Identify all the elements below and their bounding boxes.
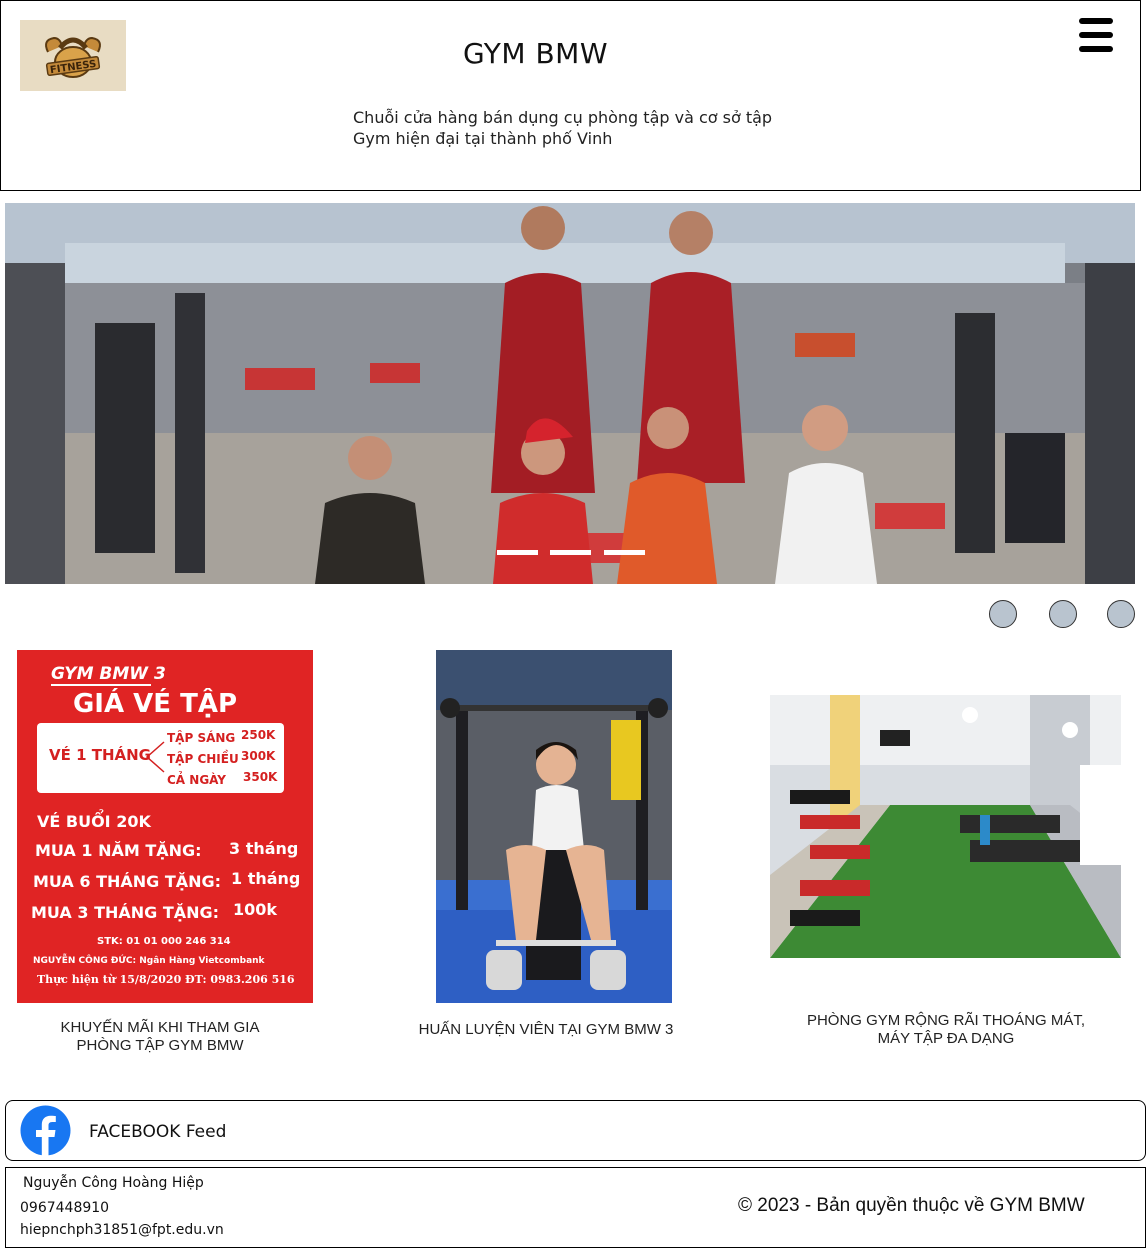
trainer-photo[interactable]	[436, 650, 672, 1003]
fitness-logo[interactable]: FITNESS	[20, 20, 126, 91]
facebook-feed-label: FACEBOOK Feed	[89, 1122, 227, 1142]
poster-option-name: TẬP SÁNG	[167, 730, 235, 745]
hero-gym-photo	[5, 203, 1135, 584]
poster-option-price: 250K	[241, 728, 276, 742]
slide-indicator[interactable]	[550, 550, 591, 555]
facebook-icon[interactable]	[20, 1105, 71, 1156]
gym-room-photo[interactable]	[770, 695, 1121, 958]
poster-promo-value: 3 tháng	[229, 839, 298, 858]
footer-copyright: © 2023 - Bản quyền thuộc về GYM BMW	[738, 1195, 1085, 1216]
poster-promo-label: MUA 1 NĂM TẶNG:	[35, 840, 202, 860]
gym-room-illustration	[770, 695, 1121, 958]
poster-promo-label: MUA 6 THÁNG TẶNG:	[33, 871, 221, 891]
footer-email[interactable]: hiepnchph31851@fpt.edu.vn	[20, 1222, 224, 1238]
slide-indicator[interactable]	[497, 550, 538, 555]
poster-option-price: 350K	[243, 770, 278, 784]
poster-option-name: CẢ NGÀY	[167, 771, 226, 787]
site-tagline: Chuỗi cửa hàng bán dụng cụ phòng tập và …	[353, 108, 773, 148]
carousel-dot[interactable]	[989, 600, 1017, 628]
site-footer: Nguyễn Công Hoàng Hiệp 0967448910 hiepnc…	[5, 1167, 1146, 1248]
carousel-dot[interactable]	[1107, 600, 1135, 628]
poster-heading: GIÁ VÉ TẬP	[73, 687, 237, 719]
poster-effective: Thực hiện từ 15/8/2020 ĐT: 0983.206 516	[37, 973, 295, 986]
hamburger-menu-icon[interactable]	[1079, 18, 1113, 54]
poster-option-name: TẬP CHIỀU	[167, 749, 239, 766]
poster-brand: GYM BMW 3	[51, 664, 166, 684]
carousel-dot[interactable]	[1049, 600, 1077, 628]
poster-account: STK: 01 01 000 246 314	[97, 936, 231, 947]
trainer-photo-illustration	[436, 650, 672, 1003]
footer-author-name: Nguyễn Công Hoàng Hiệp	[23, 1175, 204, 1191]
footer-phone: 0967448910	[20, 1200, 110, 1216]
poster-monthly-label: VÉ 1 THÁNG	[49, 745, 151, 764]
site-title: GYM BMW	[463, 37, 609, 70]
poster-session: VÉ BUỔI 20K	[37, 809, 151, 831]
card-caption: HUẤN LUYỆN VIÊN TẠI GYM BMW 3	[418, 1021, 674, 1038]
poster-promo-value: 1 tháng	[231, 869, 300, 888]
kettlebell-logo-icon: FITNESS	[45, 36, 101, 78]
poster-promo-value: 100k	[233, 900, 277, 919]
menu-bar	[1079, 18, 1113, 24]
menu-bar	[1079, 32, 1113, 38]
price-poster: GYM BMW 3 GIÁ VÉ TẬP VÉ 1 THÁNG TẬP SÁNG…	[17, 650, 313, 1003]
menu-bar	[1079, 46, 1113, 52]
hero-slider	[5, 203, 1135, 584]
poster-promo-label: MUA 3 THÁNG TẶNG:	[31, 902, 219, 922]
card-caption: KHUYẾN MÃI KHI THAM GIA PHÒNG TẬP GYM BM…	[60, 1019, 260, 1054]
facebook-feed-bar[interactable]: FACEBOOK Feed	[5, 1100, 1146, 1161]
site-header: FITNESS GYM BMW Chuỗi cửa hàng bán dụng …	[0, 0, 1141, 191]
promo-poster-image[interactable]: GYM BMW 3 GIÁ VÉ TẬP VÉ 1 THÁNG TẬP SÁNG…	[17, 650, 313, 1003]
poster-option-price: 300K	[241, 749, 276, 763]
slide-indicator[interactable]	[604, 550, 645, 555]
card-caption: PHÒNG GYM RỘNG RÃI THOÁNG MÁT, MÁY TẬP Đ…	[806, 1012, 1086, 1047]
